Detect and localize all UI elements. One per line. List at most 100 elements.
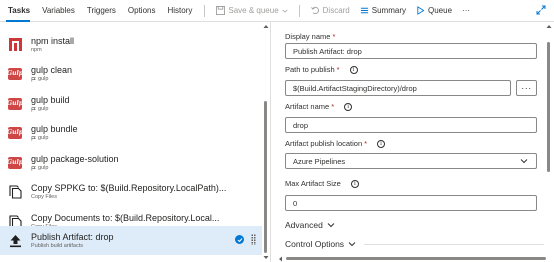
info-icon[interactable]: i bbox=[344, 102, 353, 111]
task-icon-wrap: Gulp bbox=[7, 67, 23, 81]
path-to-publish-label: Path to publish * i bbox=[285, 65, 358, 74]
task-subtitle: Copy Files bbox=[31, 194, 226, 200]
task-icon-wrap: Gulp bbox=[7, 156, 23, 170]
task-text: gulp bundle gulp bbox=[31, 124, 78, 141]
task-npm-install[interactable]: npm install npm bbox=[0, 30, 262, 59]
save-queue-button[interactable]: Save & queue bbox=[211, 0, 292, 22]
task-gulp-bundle[interactable]: Gulp gulp bundle gulp bbox=[0, 118, 262, 147]
task-subtitle-text: gulp bbox=[38, 135, 49, 141]
task-icon-wrap: Gulp bbox=[7, 97, 23, 111]
section-divider bbox=[364, 243, 545, 245]
summary-icon bbox=[360, 7, 368, 14]
artifact-name-label-text: Artifact name bbox=[285, 102, 330, 111]
check-circle-icon bbox=[235, 235, 244, 244]
task-text: gulp package-solution gulp bbox=[31, 154, 119, 171]
task-name: Copy Documents to: $(Build.Repository.Lo… bbox=[31, 213, 220, 223]
tab-tasks[interactable]: Tasks bbox=[0, 0, 36, 22]
chevron-down-icon bbox=[282, 9, 288, 13]
task-subtitle: gulp bbox=[31, 106, 70, 112]
required-marker: * bbox=[331, 102, 335, 111]
task-subtitle-text: npm bbox=[31, 47, 42, 53]
tab-options-label: Options bbox=[127, 6, 156, 15]
copy-files-icon bbox=[8, 184, 22, 199]
publish-location-select[interactable]: Azure Pipelines bbox=[285, 153, 537, 169]
gulp-icon: Gulp bbox=[7, 67, 23, 80]
task-name: npm install bbox=[31, 36, 75, 46]
task-subtitle-text: Publish build artifacts bbox=[31, 243, 83, 249]
queue-label: Queue bbox=[428, 6, 453, 15]
task-gulp-clean[interactable]: Gulp gulp clean gulp bbox=[0, 59, 262, 88]
info-icon[interactable]: i bbox=[349, 65, 358, 74]
advanced-section-toggle[interactable]: Advanced bbox=[285, 220, 335, 230]
tab-history-label: History bbox=[167, 6, 193, 15]
save-icon bbox=[216, 6, 226, 15]
chevron-down-icon bbox=[348, 242, 356, 247]
task-text: gulp build gulp bbox=[31, 95, 70, 112]
info-icon[interactable]: i bbox=[377, 139, 386, 148]
path-to-publish-label-text: Path to publish bbox=[285, 65, 335, 74]
task-icon-wrap bbox=[8, 38, 22, 52]
task-subtitle: Publish build artifacts bbox=[31, 243, 114, 249]
tab-triggers[interactable]: Triggers bbox=[81, 0, 122, 22]
task-subtitle-text: gulp bbox=[38, 76, 49, 82]
publish-location-label-text: Artifact publish location bbox=[285, 139, 363, 148]
tab-history[interactable]: History bbox=[161, 0, 198, 22]
task-name: gulp package-solution bbox=[31, 154, 119, 164]
scroll-down-arrow-icon[interactable] bbox=[263, 255, 269, 260]
task-list-scrollbar[interactable] bbox=[264, 101, 267, 253]
gulp-icon: Gulp bbox=[7, 126, 23, 139]
artifact-name-input[interactable]: drop bbox=[285, 117, 537, 133]
max-artifact-size-label: Max Artifact Size i bbox=[285, 179, 359, 188]
task-text: Copy SPPKG to: $(Build.Repository.LocalP… bbox=[31, 183, 226, 200]
queue-button[interactable]: Queue bbox=[411, 0, 457, 22]
save-queue-label: Save & queue bbox=[228, 6, 279, 15]
scroll-left-arrow-icon[interactable] bbox=[278, 256, 283, 262]
task-text: gulp clean gulp bbox=[31, 65, 72, 82]
path-to-publish-input[interactable]: $(Build.ArtifactStagingDirectory)/drop bbox=[285, 80, 511, 96]
chevron-down-icon bbox=[327, 223, 335, 228]
tab-variables[interactable]: Variables bbox=[36, 0, 81, 22]
discard-label: Discard bbox=[322, 6, 350, 15]
info-icon[interactable]: i bbox=[350, 179, 359, 188]
task-icon-wrap bbox=[8, 184, 22, 199]
display-name-label-text: Display name bbox=[285, 32, 331, 41]
task-gulp-package-solution[interactable]: Gulp gulp package-solution gulp bbox=[0, 148, 262, 177]
task-icon-wrap bbox=[8, 234, 22, 248]
task-gulp-build[interactable]: Gulp gulp build gulp bbox=[0, 89, 262, 118]
form-scrollbar[interactable] bbox=[547, 42, 550, 172]
panel-divider[interactable] bbox=[270, 22, 271, 262]
task-copy-sppkg[interactable]: Copy SPPKG to: $(Build.Repository.LocalP… bbox=[0, 177, 262, 206]
flag-icon bbox=[31, 76, 36, 82]
form-horizontal-scrollbar[interactable] bbox=[286, 257, 546, 260]
task-name: Publish Artifact: drop bbox=[31, 232, 114, 242]
publish-upload-icon bbox=[9, 234, 21, 247]
more-actions-label: ··· bbox=[462, 6, 471, 15]
artifact-name-label: Artifact name * i bbox=[285, 102, 353, 111]
task-publish-artifact[interactable]: Publish Artifact: drop Publish build art… bbox=[0, 226, 262, 255]
flag-icon bbox=[31, 165, 36, 171]
display-name-input[interactable]: Publish Artifact: drop bbox=[285, 43, 537, 59]
browse-path-button[interactable]: ··· bbox=[516, 80, 537, 96]
tab-triggers-label: Triggers bbox=[86, 6, 116, 15]
drag-handle-icon[interactable] bbox=[251, 234, 256, 245]
task-subtitle: gulp bbox=[31, 135, 78, 141]
max-artifact-size-input[interactable]: 0 bbox=[285, 195, 537, 211]
npm-icon bbox=[8, 38, 22, 51]
summary-button[interactable]: Summary bbox=[355, 0, 411, 22]
task-name: Copy SPPKG to: $(Build.Repository.LocalP… bbox=[31, 183, 227, 193]
toolbar-separator bbox=[204, 4, 206, 17]
task-subtitle: npm bbox=[31, 47, 74, 53]
task-subtitle-text: gulp bbox=[38, 106, 49, 112]
expand-icon[interactable] bbox=[536, 5, 546, 15]
control-options-section-toggle[interactable]: Control Options bbox=[285, 239, 545, 249]
scroll-up-arrow-icon[interactable] bbox=[546, 24, 552, 29]
flag-icon bbox=[31, 106, 36, 112]
discard-button[interactable]: Discard bbox=[306, 0, 355, 22]
more-actions-button[interactable]: ··· bbox=[457, 0, 475, 22]
scroll-up-arrow-icon[interactable] bbox=[263, 24, 269, 29]
required-marker: * bbox=[332, 32, 336, 41]
summary-label: Summary bbox=[371, 6, 406, 15]
tab-options[interactable]: Options bbox=[122, 0, 162, 22]
task-name: gulp clean bbox=[31, 65, 73, 75]
undo-icon bbox=[310, 6, 319, 15]
